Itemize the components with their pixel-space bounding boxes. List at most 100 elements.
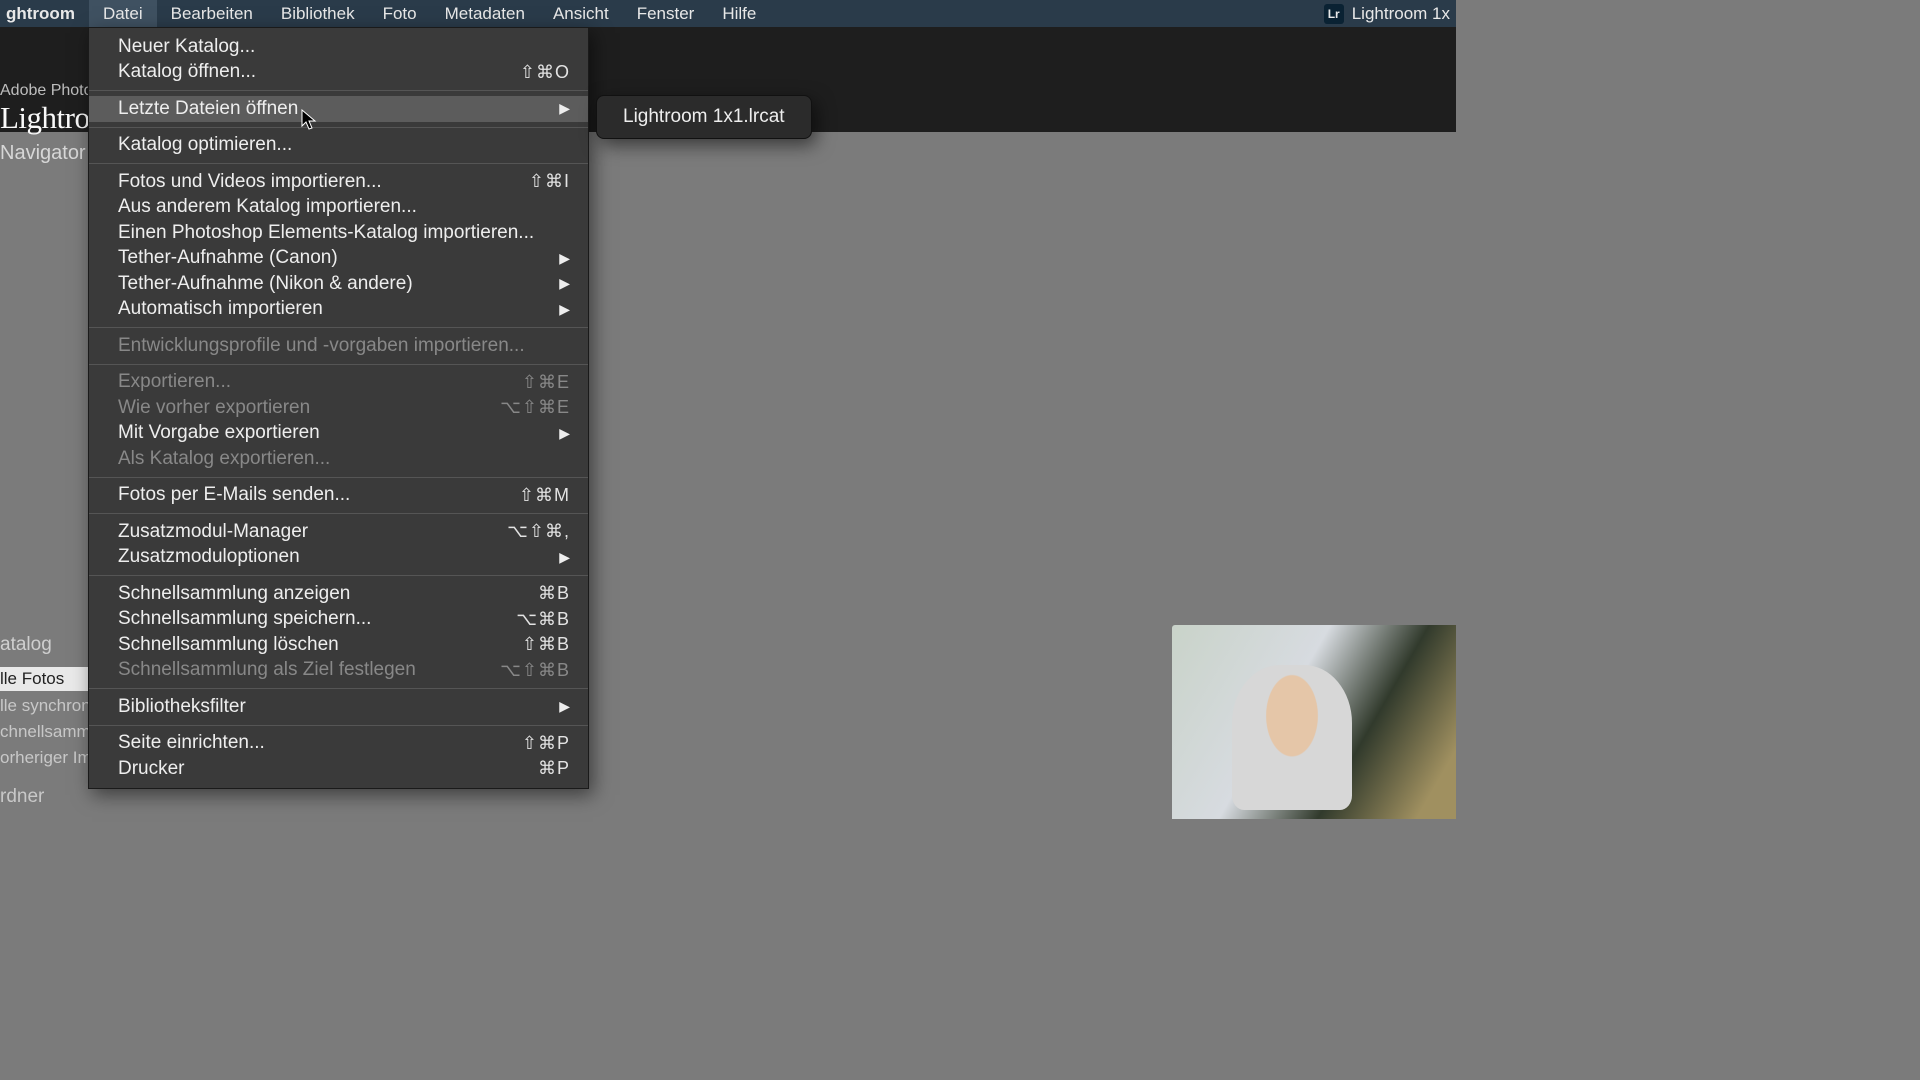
- menu-item: Wie vorher exportieren⌥⇧⌘E: [89, 395, 588, 421]
- menu-item[interactable]: Fotos per E-Mails senden...⇧⌘M: [89, 483, 588, 509]
- menu-item-label: Letzte Dateien öffnen: [118, 98, 559, 120]
- menu-item-label: Als Katalog exportieren...: [118, 448, 570, 470]
- menu-separator: [89, 575, 588, 576]
- menubar-item-hilfe[interactable]: Hilfe: [708, 0, 770, 27]
- menu-item-label: Katalog optimieren...: [118, 134, 570, 156]
- menu-item[interactable]: Tether-Aufnahme (Nikon & andere)▶: [89, 271, 588, 297]
- menu-item[interactable]: Schnellsammlung anzeigen⌘B: [89, 581, 588, 607]
- menu-item[interactable]: Mit Vorgabe exportieren▶: [89, 421, 588, 447]
- menu-item[interactable]: Fotos und Videos importieren...⇧⌘I: [89, 169, 588, 195]
- menu-item: Entwicklungsprofile und -vorgaben import…: [89, 333, 588, 359]
- submenu-arrow-icon: ▶: [559, 549, 570, 566]
- menu-item[interactable]: Seite einrichten...⇧⌘P: [89, 731, 588, 757]
- menubar-item-bibliothek[interactable]: Bibliothek: [267, 0, 369, 27]
- menu-item-label: Schnellsammlung als Ziel festlegen: [118, 659, 500, 681]
- recent-files-submenu: Lightroom 1x1.lrcat: [596, 95, 812, 139]
- submenu-arrow-icon: ▶: [559, 425, 570, 442]
- menu-shortcut: ⌥⇧⌘E: [500, 397, 570, 418]
- menu-item[interactable]: Schnellsammlung speichern...⌥⌘B: [89, 607, 588, 633]
- menu-item-label: Neuer Katalog...: [118, 36, 570, 58]
- menu-item[interactable]: Einen Photoshop Elements-Katalog importi…: [89, 220, 588, 246]
- menubar-item-bearbeiten[interactable]: Bearbeiten: [157, 0, 267, 27]
- menu-item[interactable]: Bibliotheksfilter▶: [89, 694, 588, 720]
- recent-file-item[interactable]: Lightroom 1x1.lrcat: [597, 102, 811, 132]
- menu-separator: [89, 688, 588, 689]
- menu-item[interactable]: Letzte Dateien öffnen▶: [89, 96, 588, 122]
- menu-separator: [89, 163, 588, 164]
- webcam-overlay: [1172, 625, 1456, 819]
- menu-separator: [89, 90, 588, 91]
- submenu-arrow-icon: ▶: [559, 100, 570, 117]
- menu-item: Exportieren...⇧⌘E: [89, 370, 588, 396]
- menu-shortcut: ⇧⌘O: [520, 62, 570, 83]
- menu-item-label: Schnellsammlung löschen: [118, 634, 522, 656]
- menu-shortcut: ⌥⇧⌘B: [500, 660, 570, 681]
- catalog-item-previous-import[interactable]: orheriger Imp: [0, 748, 101, 768]
- menu-item[interactable]: Zusatzmoduloptionen▶: [89, 545, 588, 571]
- submenu-arrow-icon: ▶: [559, 250, 570, 267]
- navigator-label: Navigator: [0, 132, 88, 165]
- menu-item-label: Entwicklungsprofile und -vorgaben import…: [118, 335, 570, 357]
- menu-item[interactable]: Katalog öffnen...⇧⌘O: [89, 60, 588, 86]
- menu-item-label: Fotos per E-Mails senden...: [118, 484, 519, 506]
- menu-shortcut: ⌥⌘B: [516, 609, 570, 630]
- folders-title[interactable]: rdner: [0, 786, 44, 808]
- menubar-item-ansicht[interactable]: Ansicht: [539, 0, 623, 27]
- left-panel-navigator[interactable]: Navigator: [0, 132, 88, 165]
- submenu-arrow-icon: ▶: [559, 275, 570, 292]
- menu-item[interactable]: Automatisch importieren▶: [89, 297, 588, 323]
- menu-separator: [89, 477, 588, 478]
- catalog-item-all-photos[interactable]: lle Fotos: [0, 667, 88, 691]
- menu-shortcut: ⌘P: [538, 758, 570, 779]
- menu-separator: [89, 127, 588, 128]
- menu-item-label: Bibliotheksfilter: [118, 696, 559, 718]
- menu-item-label: Exportieren...: [118, 371, 522, 393]
- submenu-arrow-icon: ▶: [559, 698, 570, 715]
- menu-shortcut: ⌥⇧⌘,: [507, 521, 570, 542]
- menu-item-label: Fotos und Videos importieren...: [118, 171, 529, 193]
- menu-separator: [89, 327, 588, 328]
- menu-item[interactable]: Drucker⌘P: [89, 756, 588, 782]
- menubar-item-datei[interactable]: Datei: [89, 0, 157, 27]
- menu-item[interactable]: Katalog optimieren...: [89, 133, 588, 159]
- macos-menubar: ghtroom DateiBearbeitenBibliothekFotoMet…: [0, 0, 1456, 27]
- menu-item-label: Schnellsammlung speichern...: [118, 608, 516, 630]
- menu-shortcut: ⇧⌘M: [519, 485, 570, 506]
- menu-item-label: Seite einrichten...: [118, 732, 522, 754]
- menu-shortcut: ⇧⌘E: [522, 372, 570, 393]
- menu-item-label: Schnellsammlung anzeigen: [118, 583, 538, 605]
- catalog-item-quickcollection[interactable]: chnellsamml: [0, 722, 94, 742]
- menu-item-label: Automatisch importieren: [118, 298, 559, 320]
- menu-separator: [89, 364, 588, 365]
- menu-shortcut: ⇧⌘I: [529, 171, 570, 192]
- file-menu-dropdown: Neuer Katalog...Katalog öffnen...⇧⌘O Letz…: [88, 27, 589, 789]
- menubar-right: Lr Lightroom 1x: [1324, 4, 1456, 24]
- menubar-item-foto[interactable]: Foto: [369, 0, 431, 27]
- menubar-item-fenster[interactable]: Fenster: [623, 0, 709, 27]
- menu-shortcut: ⇧⌘P: [522, 733, 570, 754]
- lightroom-icon: Lr: [1324, 4, 1344, 24]
- menu-separator: [89, 513, 588, 514]
- menubar-right-label: Lightroom 1x: [1352, 4, 1450, 24]
- menu-item-label: Zusatzmodul-Manager: [118, 521, 507, 543]
- menubar-item-metadaten[interactable]: Metadaten: [431, 0, 539, 27]
- menu-item-label: Drucker: [118, 758, 538, 780]
- menu-item-label: Zusatzmoduloptionen: [118, 546, 559, 568]
- menu-item-label: Wie vorher exportieren: [118, 397, 500, 419]
- menu-item[interactable]: Zusatzmodul-Manager⌥⇧⌘,: [89, 519, 588, 545]
- menu-item[interactable]: Schnellsammlung löschen⇧⌘B: [89, 632, 588, 658]
- menu-item[interactable]: Neuer Katalog...: [89, 34, 588, 60]
- menu-item-label: Einen Photoshop Elements-Katalog importi…: [118, 222, 570, 244]
- menu-item-label: Mit Vorgabe exportieren: [118, 422, 559, 444]
- catalog-title[interactable]: atalog: [0, 634, 52, 656]
- menu-item[interactable]: Aus anderem Katalog importieren...: [89, 195, 588, 221]
- menu-item-label: Tether-Aufnahme (Nikon & andere): [118, 273, 559, 295]
- menu-item: Als Katalog exportieren...: [89, 446, 588, 472]
- submenu-arrow-icon: ▶: [559, 301, 570, 318]
- menu-separator: [89, 725, 588, 726]
- menu-item-label: Aus anderem Katalog importieren...: [118, 196, 570, 218]
- menu-item[interactable]: Tether-Aufnahme (Canon)▶: [89, 246, 588, 272]
- menu-item: Schnellsammlung als Ziel festlegen⌥⇧⌘B: [89, 658, 588, 684]
- menu-shortcut: ⌘B: [538, 583, 570, 604]
- catalog-item-sync[interactable]: lle synchroni: [0, 696, 95, 716]
